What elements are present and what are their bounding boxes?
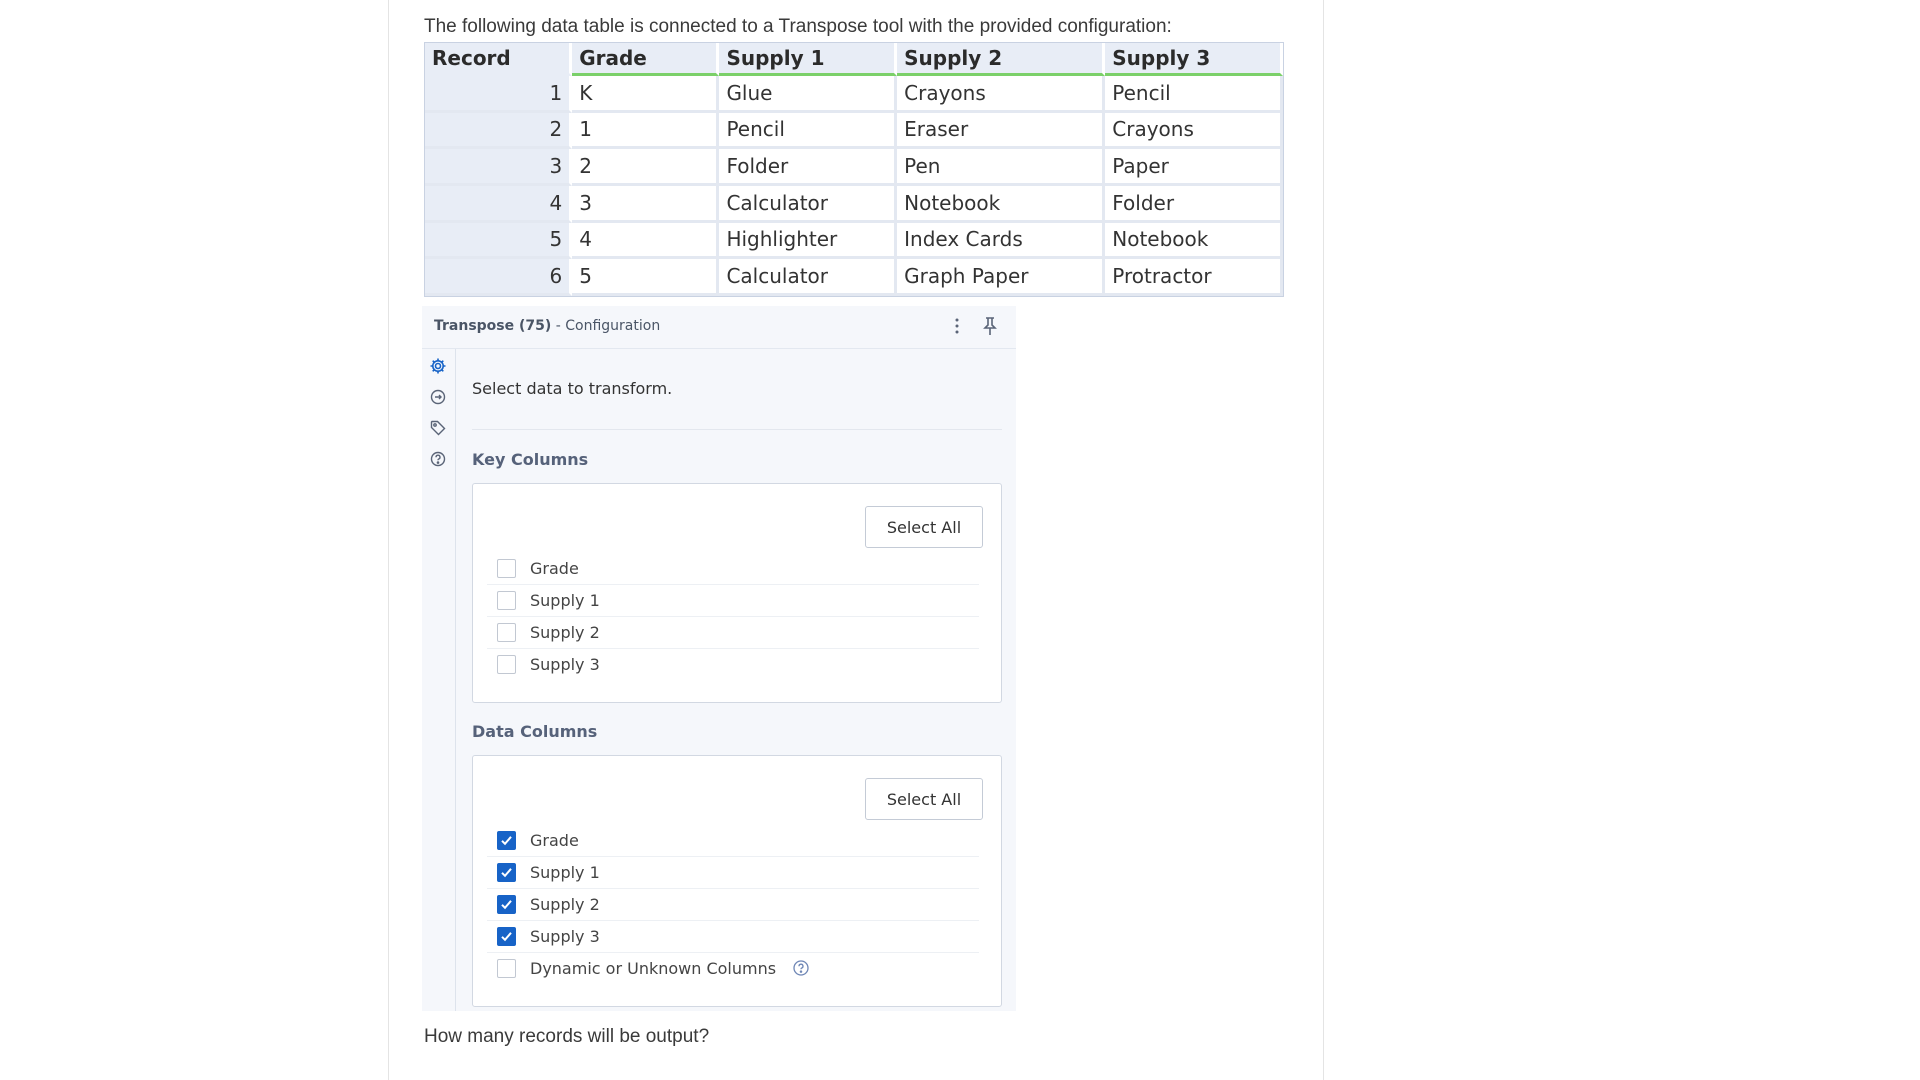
data-columns-box: Select All Grade Supply 1 Supply 2 Suppl…: [472, 755, 1002, 1007]
table-row: 5 4 Highlighter Index Cards Notebook: [425, 222, 1283, 260]
table-cell: 4: [572, 222, 720, 260]
key-select-all-button[interactable]: Select All: [865, 506, 983, 548]
check-icon: [501, 867, 512, 877]
data-option-dynamic-columns[interactable]: Dynamic or Unknown Columns: [487, 952, 979, 984]
key-option-grade[interactable]: Grade: [487, 552, 979, 585]
table-cell: Pencil: [719, 112, 898, 150]
pin-icon[interactable]: [978, 314, 1002, 338]
table-row: 3 2 Folder Pen Paper: [425, 149, 1283, 186]
table-cell: 1: [572, 112, 720, 150]
divider: [472, 429, 1002, 430]
record-cell: 3: [425, 149, 573, 186]
option-label: Supply 1: [530, 862, 600, 882]
table-row: 1 K Glue Crayons Pencil: [425, 76, 1283, 113]
column-header-supply-3: Supply 3: [1105, 43, 1283, 76]
record-cell: 4: [425, 185, 573, 223]
option-label: Grade: [530, 558, 579, 578]
record-cell: 2: [425, 112, 573, 150]
panel-header: Transpose (75) - Configuration: [422, 306, 1016, 349]
table-cell: Calculator: [719, 185, 898, 223]
panel-title-suffix: - Configuration: [551, 318, 661, 334]
table-cell: Highlighter: [719, 222, 898, 260]
checkbox[interactable]: [497, 654, 516, 674]
tag-icon[interactable]: [429, 419, 447, 437]
table-cell: Paper: [1105, 149, 1283, 186]
table-cell: 5: [572, 259, 720, 296]
table-row: 6 5 Calculator Graph Paper Protractor: [425, 259, 1283, 296]
transpose-config-panel: Transpose (75) - Configuration Select da…: [422, 306, 1016, 1011]
checkbox[interactable]: [497, 958, 516, 978]
table-header-row: Record Grade Supply 1 Supply 2 Supply 3: [425, 43, 1283, 76]
option-label: Grade: [530, 830, 579, 850]
column-header-record: Record: [425, 43, 573, 76]
panel-title-tool: Transpose (75): [434, 318, 552, 334]
table-cell: Pencil: [1105, 76, 1283, 113]
checkbox[interactable]: [497, 558, 516, 578]
table-cell: Pen: [897, 149, 1106, 186]
data-option-supply-2[interactable]: Supply 2: [487, 888, 979, 921]
table-cell: Crayons: [897, 76, 1106, 113]
column-header-supply-2: Supply 2: [897, 43, 1106, 76]
intro-text: The following data table is connected to…: [424, 16, 1172, 37]
data-table: Record Grade Supply 1 Supply 2 Supply 3 …: [424, 42, 1284, 297]
kebab-menu-icon[interactable]: [945, 314, 969, 338]
table-cell: Graph Paper: [897, 259, 1106, 296]
table-cell: Calculator: [719, 259, 898, 296]
checkbox[interactable]: [497, 622, 516, 642]
key-columns-label: Key Columns: [472, 450, 589, 469]
table-cell: 3: [572, 185, 720, 223]
helper-text: Select data to transform.: [472, 379, 673, 398]
check-icon: [501, 931, 512, 941]
table-cell: Protractor: [1105, 259, 1283, 296]
table-cell: Index Cards: [897, 222, 1106, 260]
table-cell: 2: [572, 149, 720, 186]
option-label: Supply 2: [530, 894, 600, 914]
table-cell: Folder: [1105, 185, 1283, 223]
checkbox-checked[interactable]: [497, 926, 516, 946]
key-option-supply-3[interactable]: Supply 3: [487, 648, 979, 680]
checkbox-checked[interactable]: [497, 862, 516, 882]
option-label: Supply 3: [530, 654, 600, 674]
checkbox-checked[interactable]: [497, 830, 516, 850]
table-row: 2 1 Pencil Eraser Crayons: [425, 112, 1283, 150]
panel-title: Transpose (75) - Configuration: [434, 318, 660, 334]
key-columns-box: Select All Grade Supply 1 Supply 2 Suppl…: [472, 483, 1002, 703]
option-label: Dynamic or Unknown Columns: [530, 958, 777, 978]
table-cell: Notebook: [1105, 222, 1283, 260]
data-option-grade[interactable]: Grade: [487, 824, 979, 857]
record-cell: 1: [425, 76, 573, 113]
table-cell: Crayons: [1105, 112, 1283, 150]
gear-icon[interactable]: [429, 357, 447, 375]
key-option-supply-2[interactable]: Supply 2: [487, 616, 979, 649]
key-option-supply-1[interactable]: Supply 1: [487, 584, 979, 617]
table-row: 4 3 Calculator Notebook Folder: [425, 185, 1283, 223]
checkbox[interactable]: [497, 590, 516, 610]
table-cell: Folder: [719, 149, 898, 186]
data-columns-label: Data Columns: [472, 722, 598, 741]
table-cell: K: [572, 76, 720, 113]
help-circle-icon[interactable]: [792, 959, 810, 977]
data-option-supply-1[interactable]: Supply 1: [487, 856, 979, 889]
connection-icon[interactable]: [429, 388, 447, 406]
question-text: How many records will be output?: [424, 1026, 710, 1047]
option-label: Supply 2: [530, 622, 600, 642]
table-cell: Eraser: [897, 112, 1106, 150]
checkbox-checked[interactable]: [497, 894, 516, 914]
data-select-all-button[interactable]: Select All: [865, 778, 983, 820]
table-cell: Notebook: [897, 185, 1106, 223]
record-cell: 6: [425, 259, 573, 296]
column-header-supply-1: Supply 1: [719, 43, 898, 76]
option-label: Supply 3: [530, 926, 600, 946]
record-cell: 5: [425, 222, 573, 260]
table-cell: Glue: [719, 76, 898, 113]
check-icon: [501, 835, 512, 845]
help-icon[interactable]: [429, 450, 447, 468]
check-icon: [501, 899, 512, 909]
column-header-grade: Grade: [572, 43, 720, 76]
side-rail: [422, 349, 456, 1011]
option-label: Supply 1: [530, 590, 600, 610]
data-option-supply-3[interactable]: Supply 3: [487, 920, 979, 953]
